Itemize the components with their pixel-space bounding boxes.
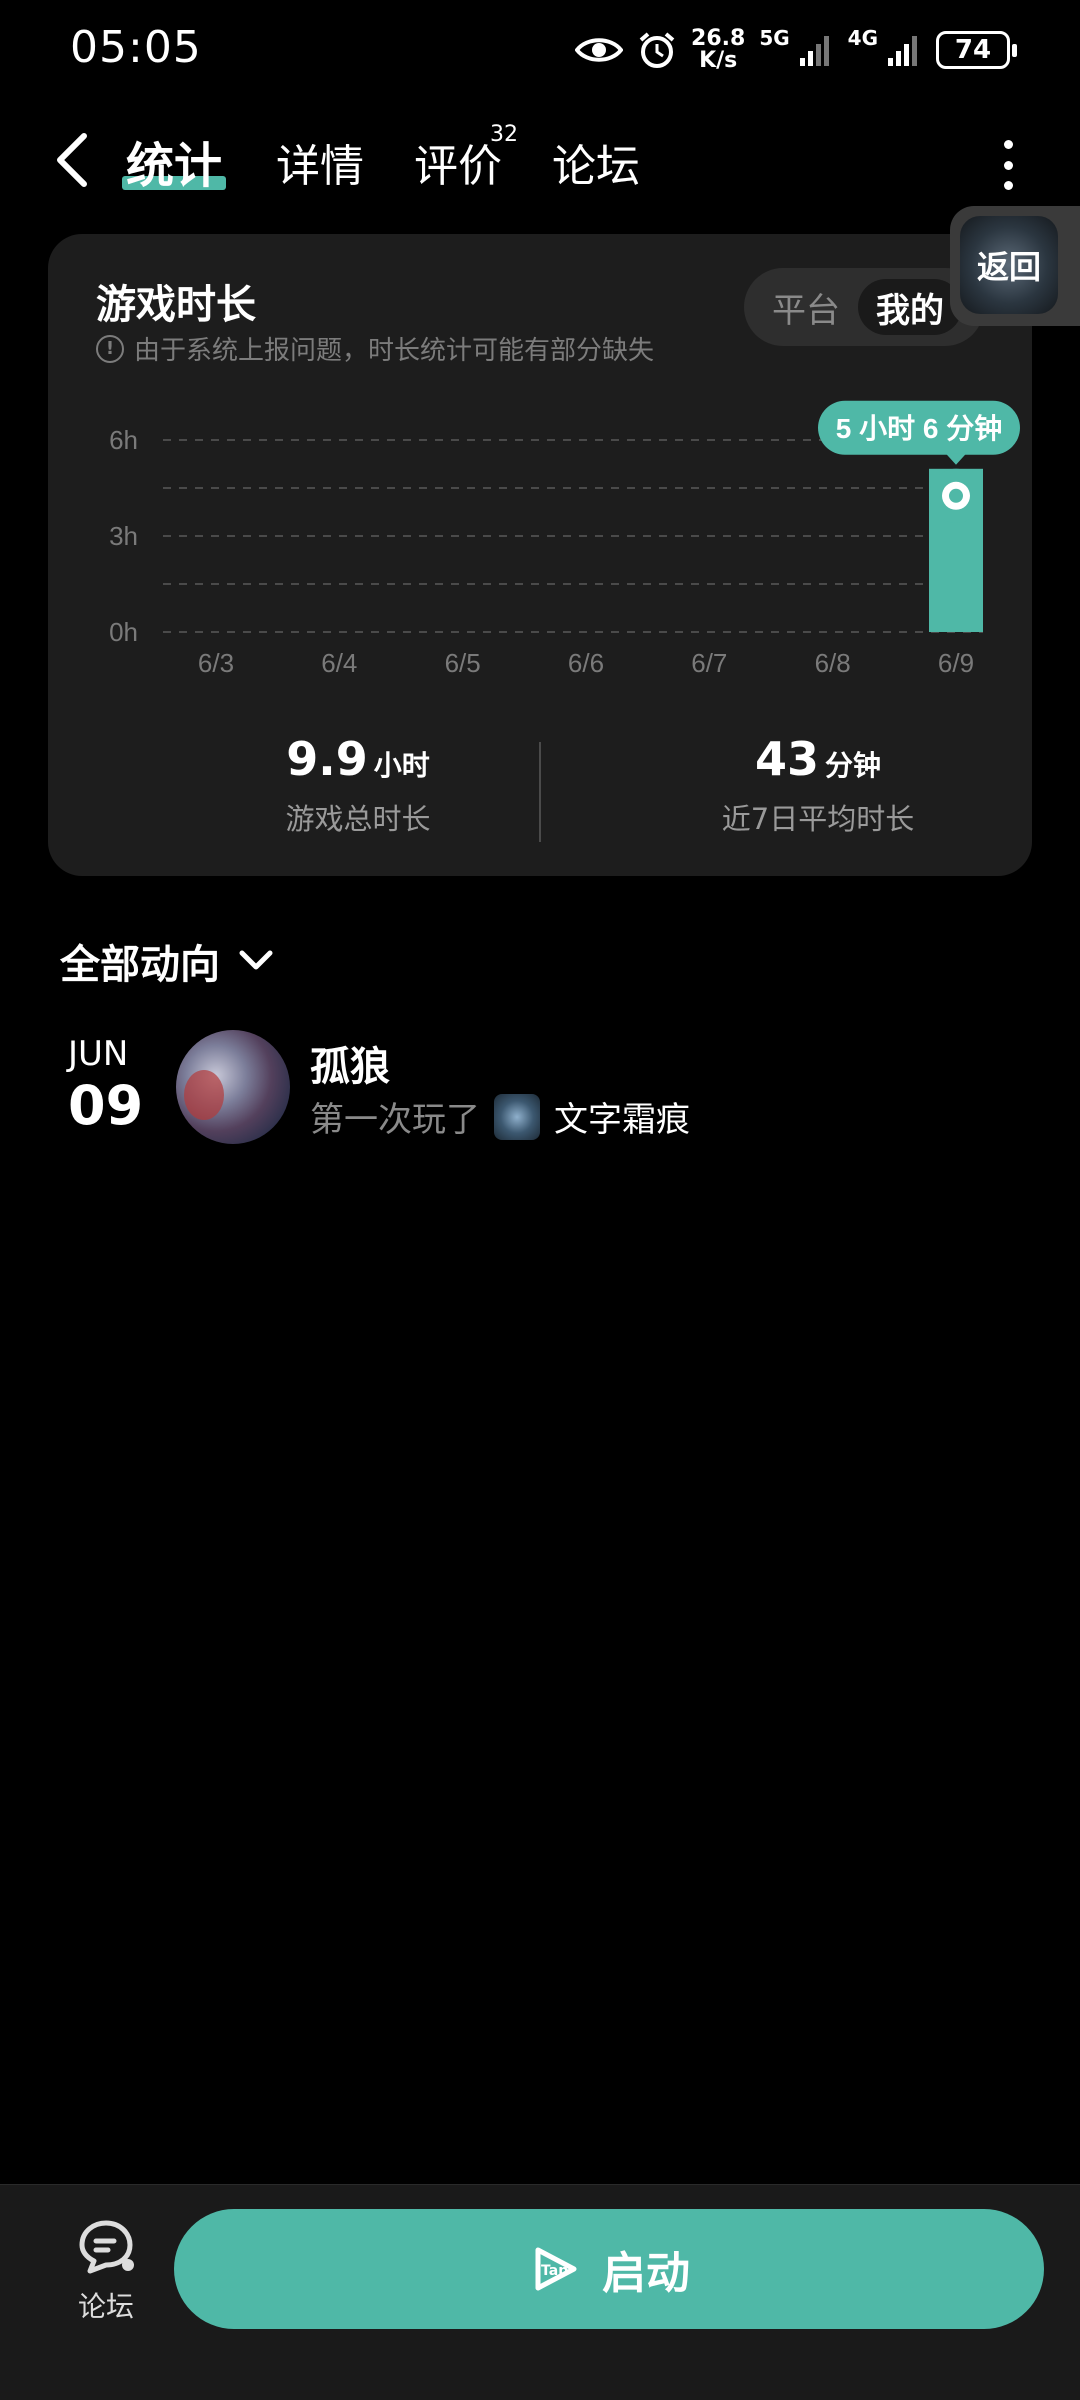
status-time: 05:05 xyxy=(70,22,202,73)
feed-verb: 第一次玩了 xyxy=(310,1100,480,1140)
user-name[interactable]: 孤狼 xyxy=(310,1034,390,1092)
tab-stats[interactable]: 统计 xyxy=(126,126,222,196)
total-value: 9.9 xyxy=(286,732,368,786)
forum-button[interactable]: 论坛 xyxy=(56,2219,156,2325)
forum-chat-icon xyxy=(79,2220,134,2274)
battery-icon: 74 xyxy=(936,31,1017,69)
scope-toggle: 平台 我的 xyxy=(744,268,984,346)
chart-tooltip-label: 5 小时 6 分钟 xyxy=(836,413,1002,444)
stat-divider xyxy=(539,742,541,842)
x-tick-label: 6/8 xyxy=(815,648,851,678)
tab-reviews[interactable]: 评价 xyxy=(414,130,502,194)
card-note-text: 由于系统上报问题，时长统计可能有部分缺失 xyxy=(134,336,655,366)
x-tick-label: 6/4 xyxy=(321,648,357,678)
status-bar: 05:05 26.8 K/s 5G 4G 74 xyxy=(0,0,1080,100)
signal-5g-label: 5G xyxy=(759,26,790,50)
status-icons: 26.8 K/s 5G 4G 74 xyxy=(575,26,1017,74)
eye-icon xyxy=(575,38,624,62)
forum-label: 论坛 xyxy=(77,2290,134,2323)
net-speed-value: 26.8 xyxy=(691,26,746,51)
alarm-icon xyxy=(639,32,675,68)
total-playtime: 9.9 小时 游戏总时长 xyxy=(178,732,538,838)
return-label: 返回 xyxy=(960,216,1058,314)
avg-unit: 分钟 xyxy=(825,749,882,782)
y-tick-label: 3h xyxy=(109,521,138,551)
signal-icon-2 xyxy=(888,36,917,66)
floating-return-button[interactable]: 返回 xyxy=(950,206,1080,326)
y-tick-label: 0h xyxy=(109,617,138,647)
playtime-card: 游戏时长 ! 由于系统上报问题，时长统计可能有部分缺失 平台 我的 0h 3h 6h… xyxy=(48,234,1032,876)
feed-day: 09 xyxy=(68,1074,144,1137)
signal-icon xyxy=(799,36,829,66)
toggle-mine[interactable]: 我的 xyxy=(858,279,962,335)
bottom-bar: 论坛 Tap 启动 xyxy=(0,2184,1080,2400)
game-thumbnail[interactable] xyxy=(494,1093,540,1140)
top-nav: 统计 详情 评价 32 论坛 xyxy=(0,110,1080,210)
game-name[interactable]: 文字霜痕 xyxy=(554,1092,690,1141)
avg-label: 近7日平均时长 xyxy=(721,802,915,836)
chevron-down-icon xyxy=(239,950,273,970)
y-tick-label: 6h xyxy=(109,425,138,455)
svg-text:Tap: Tap xyxy=(541,2263,568,2279)
total-label: 游戏总时长 xyxy=(285,802,431,836)
tab-details[interactable]: 详情 xyxy=(276,130,364,194)
x-tick-label: 6/7 xyxy=(691,648,727,678)
card-note: ! 由于系统上报问题，时长统计可能有部分缺失 xyxy=(96,330,654,367)
x-tick-label: 6/3 xyxy=(198,648,234,678)
avg-value: 43 xyxy=(754,732,819,786)
net-speed: 26.8 K/s xyxy=(691,28,745,72)
back-arrow-icon[interactable] xyxy=(50,130,100,190)
activity-filter[interactable]: 全部动向 xyxy=(60,932,274,990)
x-tick-label: 6/5 xyxy=(445,648,481,678)
x-tick-label: 6/6 xyxy=(568,648,604,678)
feed-month: JUN xyxy=(68,1034,129,1074)
avg-playtime: 43 分钟 近7日平均时长 xyxy=(638,732,998,838)
launch-label: 启动 xyxy=(602,2248,690,2299)
x-tick-label: 6/9 xyxy=(938,648,974,678)
chart-point xyxy=(949,488,963,503)
more-menu-icon[interactable] xyxy=(998,140,1018,190)
card-title: 游戏时长 xyxy=(96,282,256,328)
avatar[interactable] xyxy=(176,1030,290,1144)
feed-line: 第一次玩了 文字霜痕 xyxy=(310,1092,690,1141)
playtime-chart: 0h 3h 6h 6/3 6/4 6/5 6/6 6/7 6/8 6/9 5 小时 6 分钟 xyxy=(109,400,1020,678)
activity-title: 全部动向 xyxy=(60,942,220,988)
review-count-badge: 32 xyxy=(490,122,518,147)
chart-tooltip-pointer xyxy=(946,453,966,465)
tap-logo-icon: Tap xyxy=(535,2247,577,2291)
total-unit: 小时 xyxy=(373,749,430,782)
toggle-platform[interactable]: 平台 xyxy=(754,279,858,335)
list-item[interactable]: JUN 09 孤狼 第一次玩了 文字霜痕 xyxy=(0,1030,1080,1160)
launch-button[interactable]: Tap 启动 xyxy=(174,2209,1044,2329)
info-icon: ! xyxy=(96,334,124,363)
signal-4g-label: 4G xyxy=(847,26,878,50)
tab-forum[interactable]: 论坛 xyxy=(552,130,640,194)
net-speed-unit: K/s xyxy=(699,48,738,73)
